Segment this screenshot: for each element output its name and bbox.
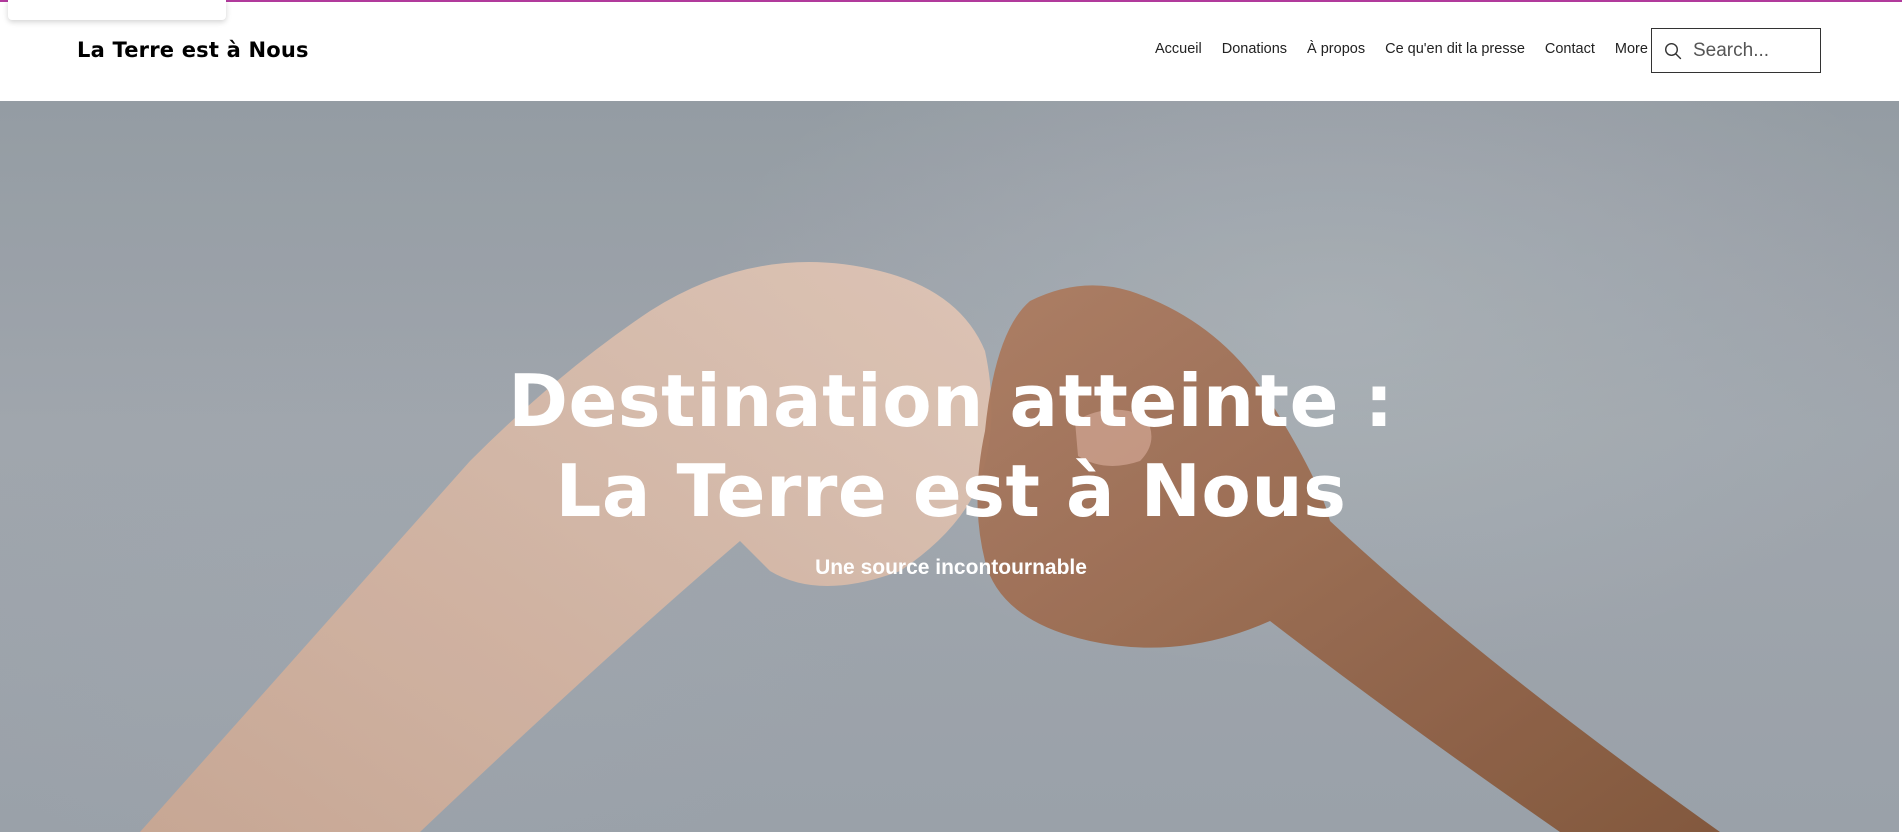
hero-title-line-2: La Terre est à Nous xyxy=(555,449,1347,533)
nav-item-accueil[interactable]: Accueil xyxy=(1155,41,1212,57)
top-accent-bar xyxy=(0,0,1902,2)
nav-item-contact[interactable]: Contact xyxy=(1535,41,1605,57)
hero-subtitle: Une source incontournable xyxy=(815,556,1087,579)
search-input[interactable] xyxy=(1693,39,1803,62)
search-box[interactable] xyxy=(1651,28,1821,73)
hero-title: Destination atteinte : La Terre est à No… xyxy=(0,356,1902,536)
nav-item-donations[interactable]: Donations xyxy=(1212,41,1297,57)
hero-title-line-1: Destination atteinte : xyxy=(508,359,1394,443)
nav-item-more[interactable]: More xyxy=(1605,41,1658,57)
floating-panel-tab xyxy=(8,0,226,20)
hero-section: Destination atteinte : La Terre est à No… xyxy=(0,101,1902,832)
site-title[interactable]: La Terre est à Nous xyxy=(77,38,309,62)
main-nav: Accueil Donations À propos Ce qu'en dit … xyxy=(1155,41,1658,57)
hero-text-block: Destination atteinte : La Terre est à No… xyxy=(0,356,1902,580)
search-icon[interactable] xyxy=(1663,41,1683,61)
nav-item-a-propos[interactable]: À propos xyxy=(1297,41,1375,57)
site-header: La Terre est à Nous Accueil Donations À … xyxy=(0,2,1902,101)
nav-item-presse[interactable]: Ce qu'en dit la presse xyxy=(1375,41,1535,57)
